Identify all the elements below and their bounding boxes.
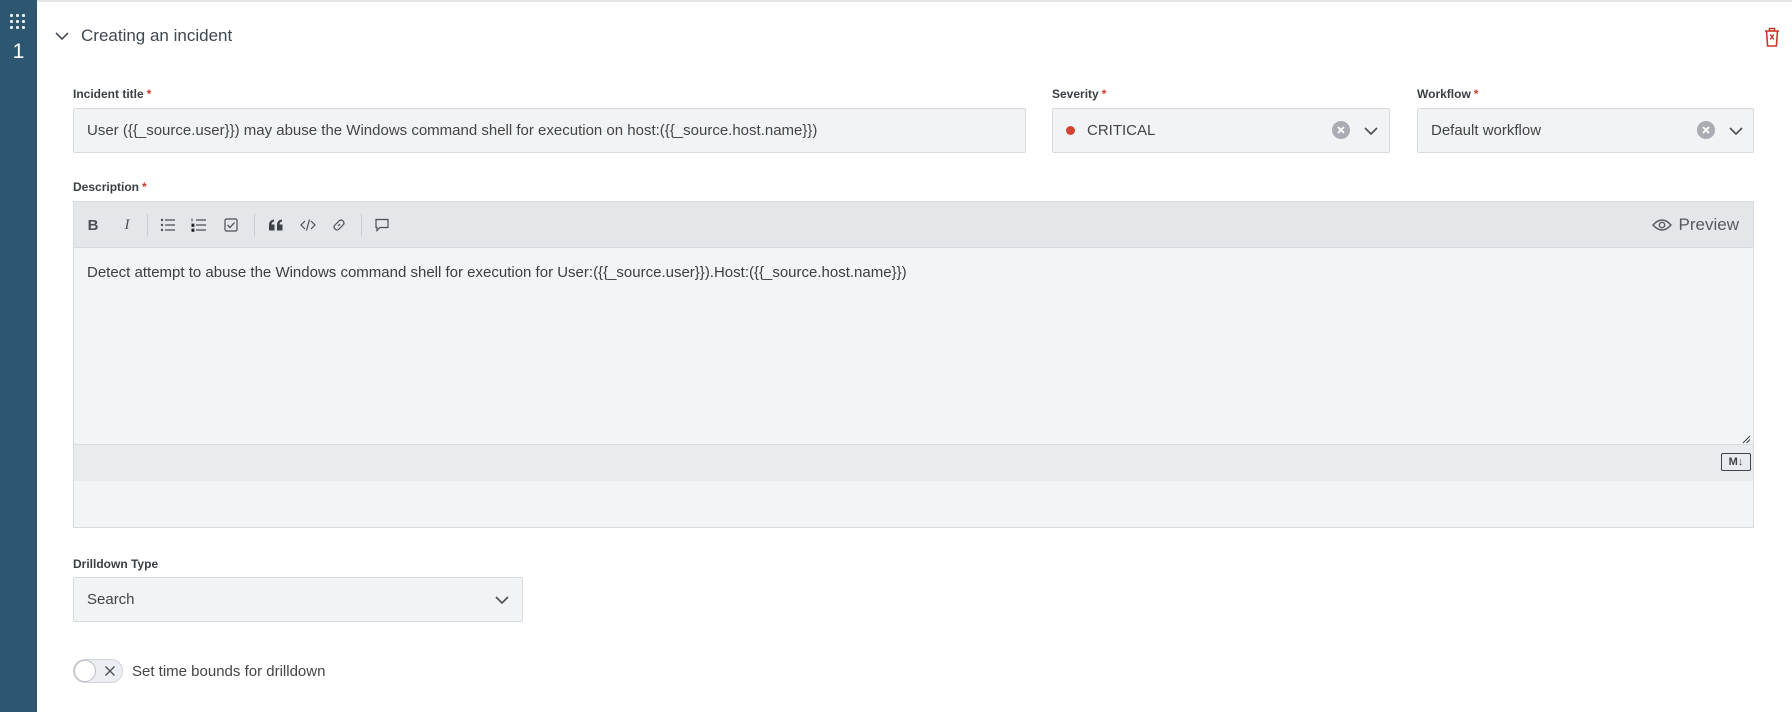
code-button[interactable] bbox=[298, 215, 318, 235]
step-number: 1 bbox=[12, 40, 25, 63]
delete-icon[interactable] bbox=[1762, 26, 1782, 48]
description-label: Description * bbox=[73, 180, 147, 194]
code-icon bbox=[300, 219, 316, 231]
preview-label: Preview bbox=[1678, 215, 1739, 234]
link-button[interactable] bbox=[329, 215, 349, 235]
chevron-down-icon[interactable] bbox=[1727, 122, 1745, 140]
comment-icon bbox=[375, 218, 389, 232]
chevron-down-icon[interactable] bbox=[53, 27, 71, 45]
drilldown-type-value: Search bbox=[87, 591, 135, 608]
checkbox-icon bbox=[224, 218, 238, 232]
workflow-select[interactable]: Default workflow bbox=[1417, 108, 1754, 153]
quote-icon bbox=[269, 219, 283, 231]
section-title: Creating an incident bbox=[81, 26, 233, 45]
bullet-list-icon bbox=[160, 218, 175, 232]
workflow-value: Default workflow bbox=[1431, 122, 1542, 139]
numbered-list-icon bbox=[191, 218, 206, 232]
drilldown-type-select[interactable]: Search bbox=[73, 577, 523, 622]
drilldown-type-label: Drilldown Type bbox=[73, 557, 159, 571]
eye-icon bbox=[1651, 219, 1672, 231]
section-header[interactable]: Creating an incident bbox=[53, 24, 232, 48]
numbered-list-button[interactable] bbox=[189, 215, 209, 235]
time-bounds-label: Set time bounds for drilldown bbox=[132, 663, 326, 680]
preview-button[interactable]: Preview bbox=[1651, 214, 1739, 236]
chevron-down-icon[interactable] bbox=[1362, 122, 1380, 140]
editor-toolbar: B I Preview bbox=[74, 202, 1753, 248]
link-icon bbox=[333, 219, 345, 231]
checklist-button[interactable] bbox=[221, 215, 241, 235]
toolbar-divider bbox=[254, 214, 255, 236]
severity-select[interactable]: CRITICAL bbox=[1052, 108, 1390, 153]
bold-button[interactable]: B bbox=[83, 215, 103, 235]
description-textarea[interactable]: Detect attempt to abuse the Windows comm… bbox=[87, 264, 907, 281]
close-icon bbox=[105, 666, 115, 676]
incident-title-input[interactable]: User ({{_source.user}}) may abuse the Wi… bbox=[73, 108, 1026, 153]
toolbar-divider bbox=[361, 214, 362, 236]
severity-dot-icon bbox=[1066, 126, 1075, 135]
workflow-label: Workflow * bbox=[1417, 87, 1479, 101]
quote-button[interactable] bbox=[266, 215, 286, 235]
severity-clear-icon[interactable] bbox=[1332, 121, 1350, 139]
time-bounds-toggle[interactable] bbox=[73, 659, 123, 683]
bullet-list-button[interactable] bbox=[158, 215, 178, 235]
incident-title-label: Incident title * bbox=[73, 87, 152, 101]
toolbar-divider bbox=[147, 214, 148, 236]
incident-title-value: User ({{_source.user}}) may abuse the Wi… bbox=[87, 122, 818, 139]
severity-label: Severity * bbox=[1052, 87, 1107, 101]
drag-handle-icon[interactable] bbox=[10, 14, 26, 30]
markdown-icon: M↓ bbox=[1721, 453, 1751, 471]
comment-button[interactable] bbox=[372, 215, 392, 235]
toggle-knob bbox=[74, 660, 96, 682]
description-editor: B I Preview Detect attempt to abuse the … bbox=[73, 201, 1754, 528]
step-rail: 1 bbox=[0, 0, 37, 712]
italic-button[interactable]: I bbox=[117, 215, 137, 235]
incident-card: Creating an incident Incident title * Use… bbox=[37, 0, 1792, 712]
editor-footer: M↓ bbox=[74, 444, 1753, 481]
resize-handle-icon[interactable] bbox=[1741, 434, 1751, 444]
chevron-down-icon[interactable] bbox=[493, 591, 511, 609]
workflow-clear-icon[interactable] bbox=[1697, 121, 1715, 139]
severity-value: CRITICAL bbox=[1087, 122, 1156, 139]
